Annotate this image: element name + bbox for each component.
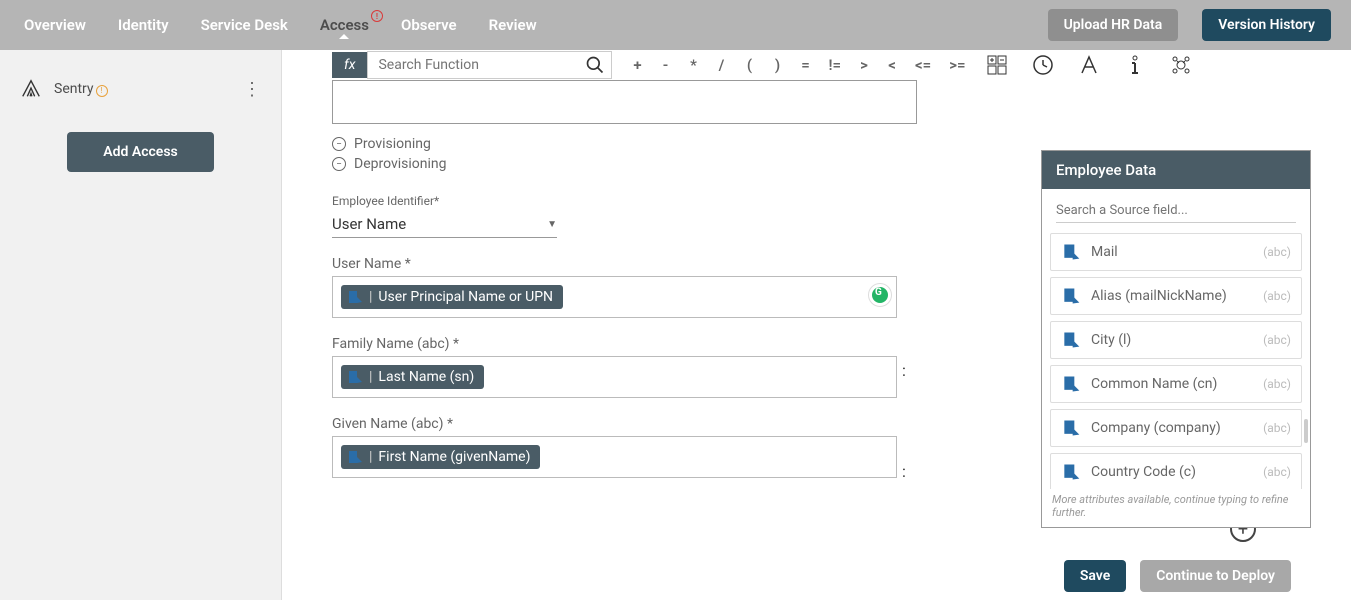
bottom-buttons: Save Continue to Deploy xyxy=(1064,560,1291,592)
info-icon[interactable] xyxy=(1123,53,1147,77)
tag-source-icon xyxy=(347,369,363,385)
search-icon[interactable] xyxy=(585,55,605,75)
collapse-icon: − xyxy=(332,157,346,171)
collapse-icon: − xyxy=(332,137,346,151)
nav-tab-service-desk[interactable]: Service Desk xyxy=(197,16,292,34)
source-icon xyxy=(1061,462,1081,482)
family-name-label: Family Name (abc) * xyxy=(332,336,917,352)
op-lte[interactable]: <= xyxy=(911,54,935,76)
fx-label: fx xyxy=(332,52,367,78)
source-item-common-name[interactable]: Common Name (cn) (abc) xyxy=(1050,365,1302,403)
nav-tab-access[interactable]: Access ! xyxy=(316,16,373,34)
username-tag[interactable]: | User Principal Name or UPN xyxy=(341,285,563,309)
op-eq[interactable]: = xyxy=(796,54,814,76)
source-footer-text: More attributes available, continue typi… xyxy=(1042,489,1310,527)
given-name-label: Given Name (abc) * xyxy=(332,416,917,432)
op-neq[interactable]: != xyxy=(824,54,845,76)
warning-badge-icon: ! xyxy=(96,85,108,97)
nav-tab-observe[interactable]: Observe xyxy=(397,16,461,34)
separator-colon: : xyxy=(902,361,906,380)
source-item-city[interactable]: City (l) (abc) xyxy=(1050,321,1302,359)
dropdown-arrow-icon: ▼ xyxy=(547,219,557,230)
op-plus[interactable]: + xyxy=(628,54,646,76)
source-icon xyxy=(1061,330,1081,350)
source-icon xyxy=(1061,418,1081,438)
search-function-input[interactable] xyxy=(368,53,611,77)
history-icon[interactable] xyxy=(1031,53,1055,77)
source-list[interactable]: Mail (abc) Alias (mailNickName) (abc) Ci… xyxy=(1042,229,1310,489)
cognitive-icon[interactable] xyxy=(1169,53,1193,77)
operator-row: + - * / ( ) = != > < <= >= xyxy=(628,54,969,76)
source-item-country-code[interactable]: Country Code (c) (abc) xyxy=(1050,453,1302,489)
text-icon[interactable] xyxy=(1077,53,1101,77)
given-name-tag[interactable]: | First Name (givenName) xyxy=(341,445,540,469)
math-icon[interactable] xyxy=(985,53,1009,77)
alert-badge-icon: ! xyxy=(371,10,383,22)
source-search-input[interactable] xyxy=(1056,199,1296,223)
employee-id-dropdown[interactable]: User Name ▼ xyxy=(332,211,557,238)
active-tab-indicator xyxy=(339,34,349,39)
nav-tab-review[interactable]: Review xyxy=(485,16,541,34)
sidebar-app-name: Sentry! xyxy=(54,81,231,97)
family-name-tag[interactable]: | Last Name (sn) xyxy=(341,365,484,389)
grammarly-icon xyxy=(868,283,892,307)
sentry-icon xyxy=(20,78,42,100)
op-lparen[interactable]: ( xyxy=(740,54,758,76)
formula-input[interactable] xyxy=(332,80,917,124)
version-history-button[interactable]: Version History xyxy=(1202,9,1331,41)
op-gt[interactable]: > xyxy=(855,54,873,76)
given-name-field[interactable]: | First Name (givenName) xyxy=(332,436,897,478)
upload-hr-data-button[interactable]: Upload HR Data xyxy=(1048,9,1179,41)
op-rparen[interactable]: ) xyxy=(768,54,786,76)
op-gte[interactable]: >= xyxy=(945,54,969,76)
deprovisioning-section[interactable]: − Deprovisioning xyxy=(332,156,917,172)
top-navigation: Overview Identity Service Desk Access ! … xyxy=(0,0,1351,50)
sidebar-app-item[interactable]: Sentry! ⋮ xyxy=(0,70,281,108)
username-field[interactable]: | User Principal Name or UPN xyxy=(332,276,897,318)
source-item-mail[interactable]: Mail (abc) xyxy=(1050,233,1302,271)
content-area: fx + - * / ( ) = != > < <= >= xyxy=(282,50,1351,600)
sidebar: Sentry! ⋮ Add Access xyxy=(0,50,282,600)
op-lt[interactable]: < xyxy=(883,54,901,76)
source-item-company[interactable]: Company (company) (abc) xyxy=(1050,409,1302,447)
formula-bar: fx + - * / ( ) = != > < <= >= xyxy=(332,50,1291,80)
nav-tab-identity[interactable]: Identity xyxy=(114,16,173,34)
continue-deploy-button[interactable]: Continue to Deploy xyxy=(1140,560,1291,592)
source-icon xyxy=(1061,374,1081,394)
username-label: User Name * xyxy=(332,256,917,272)
tag-source-icon xyxy=(347,289,363,305)
source-icon xyxy=(1061,286,1081,306)
source-item-alias[interactable]: Alias (mailNickName) (abc) xyxy=(1050,277,1302,315)
tag-source-icon xyxy=(347,449,363,465)
more-icon[interactable]: ⋮ xyxy=(243,79,261,100)
separator-colon: : xyxy=(902,462,906,481)
op-multiply[interactable]: * xyxy=(684,54,702,76)
nav-tab-overview[interactable]: Overview xyxy=(20,16,90,34)
provisioning-section[interactable]: − Provisioning xyxy=(332,136,917,152)
source-icon xyxy=(1061,242,1081,262)
op-divide[interactable]: / xyxy=(712,54,730,76)
form-area: − Provisioning − Deprovisioning Employee… xyxy=(332,80,917,478)
panel-title: Employee Data xyxy=(1042,151,1310,189)
employee-data-panel: Employee Data Mail (abc) Alias (mailNick… xyxy=(1041,150,1311,528)
op-minus[interactable]: - xyxy=(656,54,674,76)
employee-id-label: Employee Identifier* xyxy=(332,194,439,208)
scrollbar[interactable] xyxy=(1304,419,1308,443)
save-button[interactable]: Save xyxy=(1064,560,1126,592)
add-access-button[interactable]: Add Access xyxy=(67,132,213,172)
family-name-field[interactable]: | Last Name (sn) xyxy=(332,356,897,398)
